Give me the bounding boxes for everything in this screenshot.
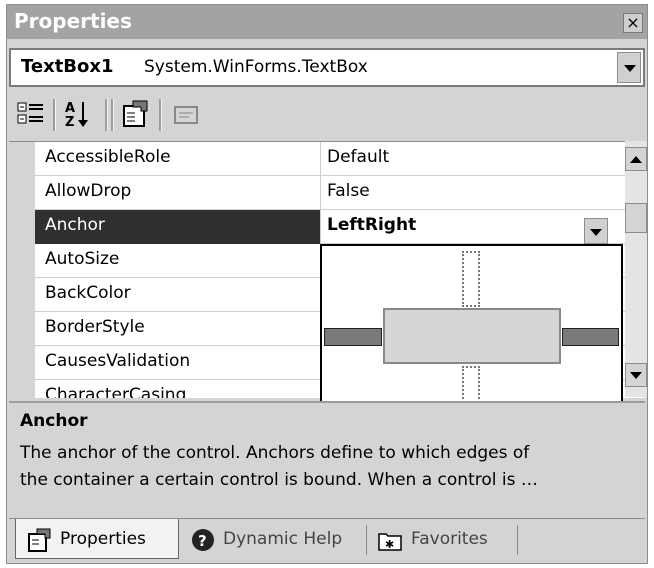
events-button[interactable]	[169, 98, 201, 130]
description-title: Anchor	[20, 411, 88, 431]
arrow-up-icon	[630, 156, 642, 163]
favorites-folder-icon: ✱	[378, 533, 402, 551]
tab-label: Dynamic Help	[223, 529, 343, 549]
categorized-icon	[17, 102, 43, 124]
toolbar: A Z	[9, 93, 645, 139]
svg-text:✱: ✱	[385, 538, 394, 551]
property-row[interactable]: AllowDrop False	[35, 176, 625, 210]
column-divider	[320, 176, 321, 210]
tab-favorites[interactable]: ✱ Favorites	[371, 519, 521, 559]
property-name: AllowDrop	[45, 181, 132, 201]
selected-object-name: TextBox1	[21, 56, 114, 77]
description-line: The anchor of the control. Anchors defin…	[20, 443, 530, 463]
column-divider	[320, 210, 321, 244]
properties-icon	[123, 100, 148, 127]
anchor-value-dropdown-button[interactable]	[584, 218, 608, 244]
property-name: AutoSize	[45, 249, 120, 269]
categorized-button[interactable]	[15, 98, 47, 130]
toolbar-separator	[111, 99, 114, 131]
title-bar: Properties ×	[7, 5, 647, 39]
property-value[interactable]: LeftRight	[327, 215, 416, 235]
anchor-control-preview	[383, 308, 561, 364]
tab-strip: Properties ? Dynamic Help ✱ Favorites	[9, 518, 645, 563]
property-row[interactable]: AccessibleRole Default	[35, 142, 625, 176]
tab-label: Favorites	[411, 529, 488, 549]
events-icon	[174, 106, 198, 124]
property-name: AccessibleRole	[45, 147, 171, 167]
column-divider	[320, 142, 321, 176]
toolbar-separator	[105, 99, 108, 131]
property-value[interactable]: False	[327, 181, 370, 201]
tab-separator	[366, 525, 367, 555]
object-selector-dropdown-button[interactable]	[617, 52, 641, 83]
anchor-right-toggle[interactable]	[562, 328, 619, 346]
alphabetical-icon: A Z	[65, 101, 88, 130]
tab-properties[interactable]: Properties	[15, 519, 179, 559]
vertical-scrollbar[interactable]	[625, 141, 647, 397]
description-text: The anchor of the control. Anchors defin…	[20, 440, 640, 494]
toolbar-separator	[159, 99, 162, 131]
window-title: Properties	[14, 9, 132, 33]
svg-text:?: ?	[198, 532, 207, 550]
object-selector[interactable]: TextBox1 System.WinForms.TextBox	[9, 48, 645, 87]
selected-object-type: System.WinForms.TextBox	[144, 57, 368, 77]
property-value[interactable]: Default	[327, 147, 389, 167]
properties-icon	[28, 528, 51, 552]
anchor-editor-popup	[320, 244, 623, 426]
tab-separator	[517, 525, 518, 555]
scroll-up-button[interactable]	[625, 147, 647, 171]
help-icon: ?	[192, 529, 214, 551]
svg-text:Z: Z	[65, 115, 74, 130]
close-button[interactable]: ×	[623, 13, 643, 33]
scroll-down-button[interactable]	[625, 363, 647, 387]
property-row-selected[interactable]: Anchor LeftRight	[35, 210, 625, 244]
alphabetical-button[interactable]: A Z	[61, 98, 93, 130]
property-name: BackColor	[45, 283, 131, 303]
properties-button[interactable]	[119, 98, 151, 130]
tab-dynamic-help[interactable]: ? Dynamic Help	[185, 519, 361, 559]
scroll-thumb[interactable]	[625, 203, 647, 233]
description-panel: Anchor The anchor of the control. Anchor…	[9, 401, 645, 513]
property-name: CharacterCasing	[45, 385, 187, 398]
property-name: CausesValidation	[45, 351, 191, 371]
arrow-down-icon	[630, 372, 642, 379]
property-name: BorderStyle	[45, 317, 145, 337]
description-line: the container a certain control is bound…	[20, 470, 538, 490]
chevron-down-icon	[590, 229, 602, 236]
anchor-top-toggle[interactable]	[462, 251, 480, 307]
property-name: Anchor	[45, 215, 105, 235]
anchor-left-toggle[interactable]	[324, 328, 382, 346]
chevron-down-icon	[624, 65, 636, 72]
grid-gutter	[9, 142, 35, 398]
tab-label: Properties	[60, 529, 146, 549]
toolbar-separator	[53, 99, 56, 131]
svg-text:A: A	[65, 101, 75, 116]
